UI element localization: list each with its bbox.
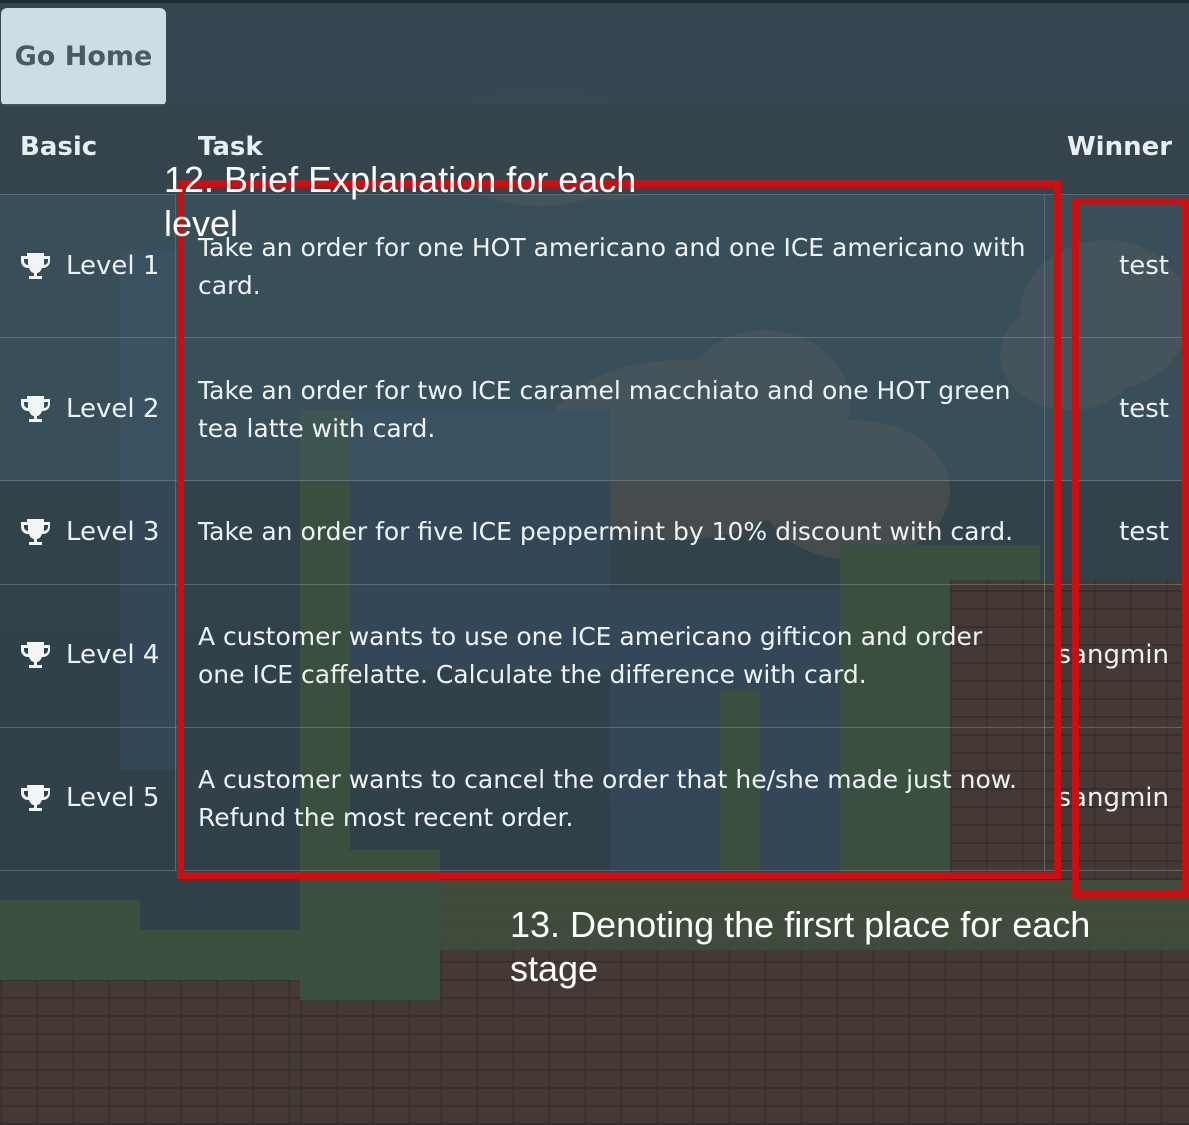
- annotation-box-task: [177, 180, 1061, 879]
- level-label: Level 2: [66, 394, 160, 424]
- level-label: Level 5: [66, 783, 160, 813]
- header-basic: Basic: [20, 132, 98, 162]
- level-cell: Level 1: [20, 251, 159, 281]
- level-cell: Level 2: [20, 394, 159, 424]
- annotation-note-12: 12. Brief Explanation for each level: [164, 159, 637, 244]
- annotation-box-winner: [1072, 197, 1189, 897]
- trophy-icon: [21, 785, 50, 811]
- go-home-button[interactable]: Go Home: [1, 8, 166, 106]
- level-label: Level 1: [66, 251, 160, 281]
- level-cell: Level 3: [20, 517, 159, 547]
- header-winner: Winner: [1067, 132, 1173, 162]
- trophy-icon: [21, 519, 50, 545]
- level-label: Level 4: [66, 640, 160, 670]
- trophy-icon: [21, 253, 50, 279]
- trophy-icon: [21, 396, 50, 422]
- top-bar: Go Home: [0, 0, 1189, 106]
- level-cell: Level 5: [20, 783, 159, 813]
- level-cell: Level 4: [20, 640, 159, 670]
- level-label: Level 3: [66, 517, 160, 547]
- annotation-note-13: 13. Denoting the firsrt place for each s…: [510, 904, 1091, 989]
- trophy-icon: [21, 642, 50, 668]
